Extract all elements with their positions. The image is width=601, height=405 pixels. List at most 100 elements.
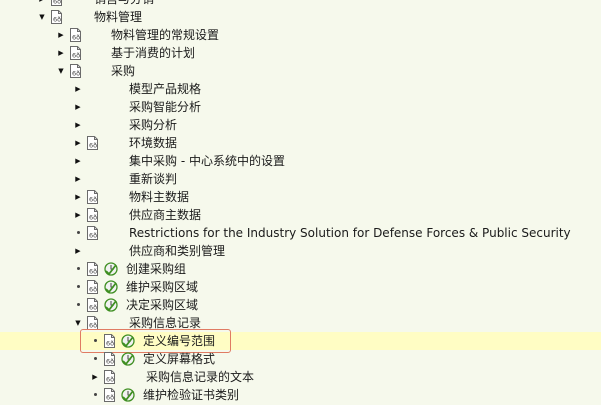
- tree-row[interactable]: ▶ 6ð 物料管理的常规设置: [0, 26, 601, 44]
- triangle-right-icon[interactable]: ▶: [56, 26, 66, 44]
- tree-node-label[interactable]: 采购信息记录的文本: [146, 368, 254, 386]
- document-icon[interactable]: 6ð: [69, 46, 82, 60]
- tree-row[interactable]: ▶ 采购分析: [0, 116, 601, 134]
- tree-node-label[interactable]: 供应商和类别管理: [129, 242, 225, 260]
- document-icon[interactable]: 6ð: [103, 352, 116, 366]
- clock-execute-icon[interactable]: [104, 280, 118, 294]
- triangle-right-icon[interactable]: ▶: [73, 80, 83, 98]
- tree-row[interactable]: ▶ 6ð 物料主数据: [0, 188, 601, 206]
- document-icon[interactable]: 6ð: [103, 388, 116, 402]
- tree-node-label[interactable]: 维护检验证书类别: [143, 386, 239, 404]
- triangle-right-icon[interactable]: ▶: [90, 368, 100, 386]
- tree-row[interactable]: ▶ 采购智能分析: [0, 98, 601, 116]
- document-icon[interactable]: 6ð: [86, 208, 99, 222]
- tree-node-label[interactable]: 集中采购 - 中心系统中的设置: [129, 152, 285, 170]
- tree-node-label[interactable]: 环境数据: [129, 134, 177, 152]
- leaf-bullet-icon: [77, 303, 80, 306]
- svg-text:6ð: 6ð: [89, 304, 97, 312]
- document-icon[interactable]: 6ð: [50, 10, 63, 24]
- tree-row[interactable]: ▼ 6ð 物料管理: [0, 8, 601, 26]
- triangle-right-icon[interactable]: ▶: [73, 116, 83, 134]
- leaf-bullet-icon: [94, 357, 97, 360]
- triangle-right-icon[interactable]: ▶: [73, 152, 83, 170]
- tree-node-label[interactable]: 采购分析: [129, 116, 177, 134]
- triangle-right-icon[interactable]: ▶: [37, 0, 47, 8]
- triangle-down-icon[interactable]: ▼: [37, 8, 47, 26]
- tree-node-label[interactable]: 创建采购组: [126, 260, 186, 278]
- tree-row[interactable]: ▶ 6ð 采购信息记录的文本: [0, 368, 601, 386]
- svg-text:6ð: 6ð: [106, 394, 114, 402]
- tree-row[interactable]: 6ð 决定采购区域: [0, 296, 601, 314]
- tree-node-label[interactable]: 维护采购区域: [126, 278, 198, 296]
- document-icon[interactable]: 6ð: [69, 64, 82, 78]
- tree-row[interactable]: ▶ 6ð 供应商主数据: [0, 206, 601, 224]
- document-icon[interactable]: 6ð: [86, 226, 99, 240]
- tree-row[interactable]: ▶ 6ð 销售与分销: [0, 0, 601, 8]
- svg-text:6ð: 6ð: [106, 376, 114, 384]
- svg-text:6ð: 6ð: [89, 142, 97, 150]
- tree-node-label[interactable]: 采购: [111, 62, 135, 80]
- tree-row[interactable]: ▶ 重新谈判: [0, 170, 601, 188]
- tree-row[interactable]: ▶ 6ð 环境数据: [0, 134, 601, 152]
- triangle-right-icon[interactable]: ▶: [73, 188, 83, 206]
- document-icon[interactable]: 6ð: [86, 298, 99, 312]
- tree-row[interactable]: ▶ 供应商和类别管理: [0, 242, 601, 260]
- triangle-right-icon[interactable]: ▶: [73, 242, 83, 260]
- document-icon[interactable]: 6ð: [86, 136, 99, 150]
- tree-node-label[interactable]: 决定采购区域: [126, 296, 198, 314]
- svg-text:6ð: 6ð: [53, 0, 61, 6]
- svg-text:6ð: 6ð: [89, 196, 97, 204]
- tree-row[interactable]: 6ð 维护采购区域: [0, 278, 601, 296]
- tree-row[interactable]: 6ð 定义屏幕格式: [0, 350, 601, 368]
- svg-text:6ð: 6ð: [106, 358, 114, 366]
- tree-node-label[interactable]: 重新谈判: [129, 170, 177, 188]
- leaf-bullet-icon: [94, 393, 97, 396]
- triangle-right-icon[interactable]: ▶: [73, 134, 83, 152]
- document-icon[interactable]: 6ð: [86, 280, 99, 294]
- document-icon[interactable]: 6ð: [86, 190, 99, 204]
- triangle-down-icon[interactable]: ▼: [56, 62, 66, 80]
- svg-text:6ð: 6ð: [72, 34, 80, 42]
- clock-execute-icon[interactable]: [121, 388, 135, 402]
- tree-node-label[interactable]: 定义屏幕格式: [143, 350, 215, 368]
- tree-row[interactable]: 6ð 创建采购组: [0, 260, 601, 278]
- clock-execute-icon[interactable]: [104, 262, 118, 276]
- tree-row[interactable]: 6ð 维护检验证书类别: [0, 386, 601, 404]
- tree-row[interactable]: 6ð Restrictions for the Industry Solution…: [0, 224, 601, 242]
- tree-node-label[interactable]: 物料主数据: [129, 188, 189, 206]
- tree-node-label[interactable]: 销售与分销: [94, 0, 154, 8]
- document-icon[interactable]: 6ð: [86, 262, 99, 276]
- clock-execute-icon[interactable]: [104, 298, 118, 312]
- tree-node-label[interactable]: 物料管理的常规设置: [111, 26, 219, 44]
- clock-execute-icon[interactable]: [121, 352, 135, 366]
- tree-row[interactable]: ▼ 6ð 采购: [0, 62, 601, 80]
- triangle-right-icon[interactable]: ▶: [73, 206, 83, 224]
- tree-row[interactable]: ▶ 模型产品规格: [0, 80, 601, 98]
- tree-row[interactable]: ▶ 集中采购 - 中心系统中的设置: [0, 152, 601, 170]
- triangle-right-icon[interactable]: ▶: [56, 44, 66, 62]
- svg-text:6ð: 6ð: [72, 70, 80, 78]
- tree-row[interactable]: ▶ 6ð 基于消费的计划: [0, 44, 601, 62]
- tree-node-label[interactable]: 采购智能分析: [129, 98, 201, 116]
- tree-node-label[interactable]: 基于消费的计划: [111, 44, 195, 62]
- leaf-bullet-icon: [77, 267, 80, 270]
- document-icon[interactable]: 6ð: [103, 370, 116, 384]
- svg-text:6ð: 6ð: [53, 16, 61, 24]
- triangle-right-icon[interactable]: ▶: [73, 170, 83, 188]
- svg-text:6ð: 6ð: [72, 52, 80, 60]
- document-icon[interactable]: 6ð: [86, 316, 99, 330]
- triangle-right-icon[interactable]: ▶: [73, 98, 83, 116]
- tree-node-label[interactable]: 物料管理: [94, 8, 142, 26]
- leaf-bullet-icon: [77, 231, 80, 234]
- tree-node-label[interactable]: 供应商主数据: [129, 206, 201, 224]
- document-icon[interactable]: 6ð: [50, 0, 63, 6]
- leaf-bullet-icon: [77, 285, 80, 288]
- svg-text:6ð: 6ð: [89, 268, 97, 276]
- tree-node-label[interactable]: 模型产品规格: [129, 80, 201, 98]
- tree-node-label[interactable]: Restrictions for the Industry Solution f…: [129, 224, 571, 242]
- img-tree: ▶ 6ð 销售与分销 ▼ 6ð 物料管理 ▶ 6ð 物料管理的常规设置 ▶ 6ð 基于消费的计划 ▼ 6ð…: [0, 0, 601, 403]
- svg-text:6ð: 6ð: [89, 286, 97, 294]
- tree-row[interactable]: 6ð 定义编号范围: [0, 329, 601, 353]
- svg-text:6ð: 6ð: [89, 214, 97, 222]
- document-icon[interactable]: 6ð: [69, 28, 82, 42]
